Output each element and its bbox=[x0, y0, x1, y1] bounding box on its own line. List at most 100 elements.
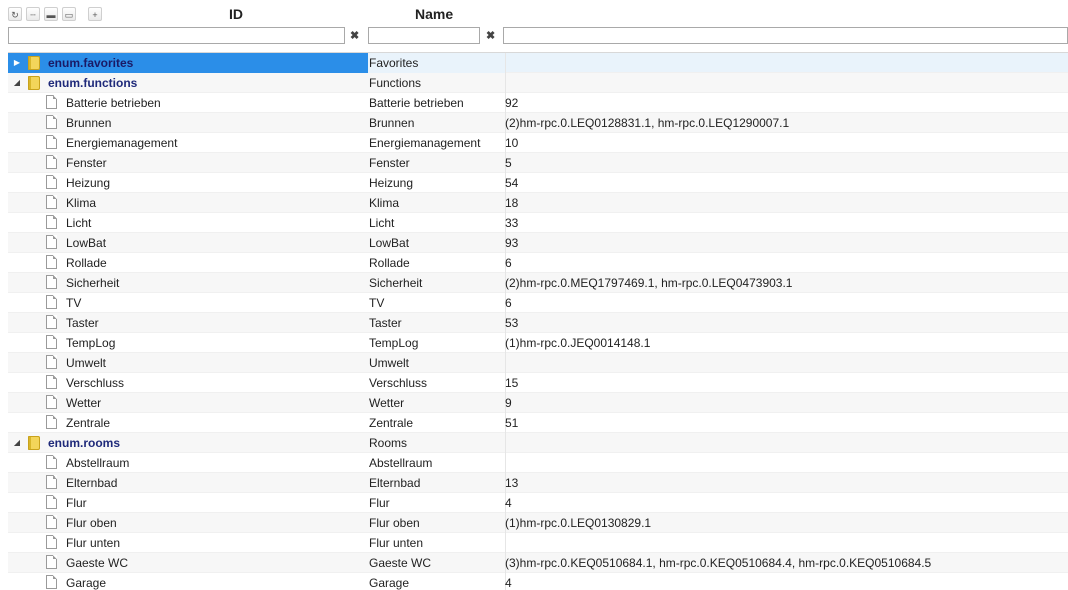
value-cell bbox=[504, 433, 1065, 453]
id-cell[interactable]: Brunnen bbox=[8, 113, 368, 133]
item-id-label: Flur bbox=[66, 496, 87, 510]
value-cell bbox=[504, 53, 1065, 73]
tree-folder-row[interactable]: ◢ enum.functions Functions bbox=[8, 73, 1068, 93]
collapse-arrow-icon[interactable]: ◢ bbox=[12, 433, 22, 453]
folder-id-label: enum.favorites bbox=[48, 56, 134, 70]
id-cell[interactable]: Klima bbox=[8, 193, 368, 213]
tree-row[interactable]: Verschluss Verschluss 15 bbox=[8, 373, 1068, 393]
id-cell[interactable]: ◢ enum.functions bbox=[8, 73, 368, 93]
id-cell[interactable]: Rollade bbox=[8, 253, 368, 273]
id-cell[interactable]: Flur bbox=[8, 493, 368, 513]
name-cell: Brunnen bbox=[368, 113, 506, 133]
tree-row[interactable]: Rollade Rollade 6 bbox=[8, 253, 1068, 273]
value-cell: (2)hm-rpc.0.MEQ1797469.1, hm-rpc.0.LEQ04… bbox=[505, 276, 793, 290]
value-cell: 10 bbox=[505, 136, 519, 150]
value-cell: 54 bbox=[505, 176, 519, 190]
name-cell: Energiemanagement bbox=[368, 133, 506, 153]
tree-row[interactable]: Garage Garage 4 bbox=[8, 573, 1068, 590]
id-cell[interactable]: LowBat bbox=[8, 233, 368, 253]
collapse-arrow-icon[interactable]: ◢ bbox=[12, 73, 22, 93]
tree-row[interactable]: Licht Licht 33 bbox=[8, 213, 1068, 233]
tree-row[interactable]: Zentrale Zentrale 51 bbox=[8, 413, 1068, 433]
value-cell: 9 bbox=[505, 396, 512, 410]
id-cell[interactable]: Batterie betrieben bbox=[8, 93, 368, 113]
value-cell bbox=[504, 453, 1065, 473]
tree-row[interactable]: Brunnen Brunnen (2)hm-rpc.0.LEQ0128831.1, … bbox=[8, 113, 1068, 133]
enum-tree-table: ▶ enum.favorites Favorites ◢ enum.functions F… bbox=[8, 52, 1068, 590]
id-cell[interactable]: Elternbad bbox=[8, 473, 368, 493]
id-cell[interactable]: Garage bbox=[8, 573, 368, 590]
id-cell[interactable]: Abstellraum bbox=[8, 453, 368, 473]
value-cell: 13 bbox=[505, 476, 519, 490]
tree-row[interactable]: TV TV 6 bbox=[8, 293, 1068, 313]
tree-row[interactable]: Batterie betrieben Batterie betrieben 92 bbox=[8, 93, 1068, 113]
value-cell bbox=[504, 73, 1065, 93]
tree-row[interactable]: Abstellraum Abstellraum bbox=[8, 453, 1068, 473]
document-icon bbox=[46, 215, 57, 229]
id-cell[interactable]: Flur unten bbox=[8, 533, 368, 553]
collapse-icon[interactable]: ┄ bbox=[26, 7, 40, 21]
value-cell: 18 bbox=[505, 196, 519, 210]
id-cell[interactable]: TV bbox=[8, 293, 368, 313]
id-filter-input[interactable] bbox=[8, 27, 345, 44]
tree-row[interactable]: TempLog TempLog (1)hm-rpc.0.JEQ0014148.1 bbox=[8, 333, 1068, 353]
id-cell[interactable]: Zentrale bbox=[8, 413, 368, 433]
clear-name-filter-icon[interactable]: ✖ bbox=[486, 29, 495, 42]
document-icon bbox=[46, 535, 57, 549]
tree-folder-row[interactable]: ◢ enum.rooms Rooms bbox=[8, 433, 1068, 453]
tree-row[interactable]: Flur unten Flur unten bbox=[8, 533, 1068, 553]
document-icon bbox=[46, 255, 57, 269]
enum-tree-app: ↻ ┄ ▬ ▭ + ID Name ✖ ✖ ▶ enum.favorites Favorit… bbox=[0, 0, 1068, 590]
tree-row[interactable]: Flur Flur 4 bbox=[8, 493, 1068, 513]
id-cell[interactable]: TempLog bbox=[8, 333, 368, 353]
add-icon[interactable]: + bbox=[88, 7, 102, 21]
id-cell[interactable]: ▶ enum.favorites bbox=[8, 53, 368, 73]
id-cell[interactable]: Heizung bbox=[8, 173, 368, 193]
refresh-icon[interactable]: ↻ bbox=[8, 7, 22, 21]
tree-row[interactable]: Fenster Fenster 5 bbox=[8, 153, 1068, 173]
id-cell[interactable]: Verschluss bbox=[8, 373, 368, 393]
document-icon bbox=[46, 135, 57, 149]
tree-row[interactable]: Elternbad Elternbad 13 bbox=[8, 473, 1068, 493]
item-id-label: Licht bbox=[66, 216, 92, 230]
value-cell: 53 bbox=[505, 316, 519, 330]
value-cell: 93 bbox=[505, 236, 519, 250]
tree-row[interactable]: Sicherheit Sicherheit (2)hm-rpc.0.MEQ17974… bbox=[8, 273, 1068, 293]
document-icon bbox=[46, 175, 57, 189]
id-cell[interactable]: Licht bbox=[8, 213, 368, 233]
name-column-header[interactable]: Name bbox=[415, 6, 453, 22]
value-cell bbox=[504, 533, 1065, 553]
clear-id-filter-icon[interactable]: ✖ bbox=[350, 29, 359, 42]
tree-row[interactable]: Flur oben Flur oben (1)hm-rpc.0.LEQ0130829… bbox=[8, 513, 1068, 533]
id-cell[interactable]: Taster bbox=[8, 313, 368, 333]
id-cell[interactable]: Sicherheit bbox=[8, 273, 368, 293]
tree-row[interactable]: Gaeste WC Gaeste WC (3)hm-rpc.0.KEQ0510684… bbox=[8, 553, 1068, 573]
tree-row[interactable]: Umwelt Umwelt bbox=[8, 353, 1068, 373]
name-cell: Rooms bbox=[368, 433, 506, 453]
item-id-label: Batterie betrieben bbox=[66, 96, 161, 110]
document-icon bbox=[46, 295, 57, 309]
tree-folder-row[interactable]: ▶ enum.favorites Favorites bbox=[8, 53, 1068, 73]
id-cell[interactable]: Wetter bbox=[8, 393, 368, 413]
id-cell[interactable]: Umwelt bbox=[8, 353, 368, 373]
item-id-label: Zentrale bbox=[66, 416, 111, 430]
id-cell[interactable]: Fenster bbox=[8, 153, 368, 173]
id-cell[interactable]: ◢ enum.rooms bbox=[8, 433, 368, 453]
folder-open-icon[interactable]: ▭ bbox=[62, 7, 76, 21]
tree-row[interactable]: Taster Taster 53 bbox=[8, 313, 1068, 333]
id-column-header[interactable]: ID bbox=[229, 6, 243, 22]
tree-row[interactable]: Heizung Heizung 54 bbox=[8, 173, 1068, 193]
document-icon bbox=[46, 355, 57, 369]
tree-row[interactable]: LowBat LowBat 93 bbox=[8, 233, 1068, 253]
folder-closed-icon[interactable]: ▬ bbox=[44, 7, 58, 21]
id-cell[interactable]: Gaeste WC bbox=[8, 553, 368, 573]
tree-row[interactable]: Wetter Wetter 9 bbox=[8, 393, 1068, 413]
tree-row[interactable]: Energiemanagement Energiemanagement 10 bbox=[8, 133, 1068, 153]
name-filter-input[interactable] bbox=[368, 27, 480, 44]
expand-arrow-icon[interactable]: ▶ bbox=[12, 53, 22, 73]
tree-row[interactable]: Klima Klima 18 bbox=[8, 193, 1068, 213]
value-filter-input[interactable] bbox=[503, 27, 1068, 44]
id-cell[interactable]: Energiemanagement bbox=[8, 133, 368, 153]
id-cell[interactable]: Flur oben bbox=[8, 513, 368, 533]
name-cell: Flur bbox=[368, 493, 506, 513]
